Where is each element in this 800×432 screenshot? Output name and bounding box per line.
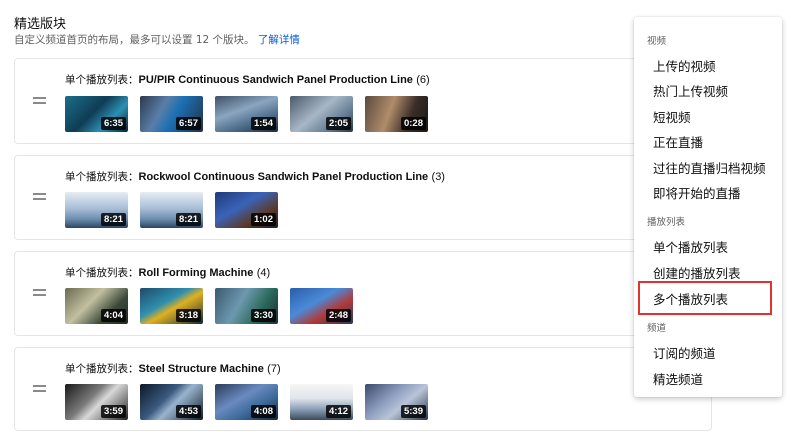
thumbnail-row: 6:35 6:57 1:54 2:05 0:28 [65, 96, 428, 132]
video-thumbnail[interactable]: 1:54 [215, 96, 278, 132]
duration-badge: 8:21 [175, 213, 201, 226]
duration-badge: 4:04 [100, 309, 126, 322]
playlist-name: PU/PIR Continuous Sandwich Panel Product… [138, 74, 413, 86]
featured-section-card[interactable]: 单个播放列表：PU/PIR Continuous Sandwich Panel … [14, 58, 712, 144]
video-thumbnail[interactable]: 4:53 [140, 384, 203, 420]
drag-handle-icon[interactable] [33, 289, 46, 298]
featured-section-card[interactable]: 单个播放列表：Steel Structure Machine (7) 3:59 … [14, 347, 712, 431]
duration-badge: 3:18 [175, 309, 201, 322]
playlist-count: (7) [267, 363, 281, 375]
menu-item-uploads[interactable]: 上传的视频 [653, 56, 716, 75]
video-thumbnail[interactable]: 2:48 [290, 288, 353, 324]
duration-badge: 5:39 [400, 405, 426, 418]
duration-badge: 6:57 [175, 117, 201, 130]
card-title: 单个播放列表：Rockwool Continuous Sandwich Pane… [65, 169, 445, 184]
playlist-count: (4) [256, 267, 271, 279]
section-description-text: 自定义频道首页的布局，最多可以设置 12 个版块。 [14, 34, 255, 46]
menu-item-shorts[interactable]: 短视频 [653, 107, 691, 126]
video-thumbnail[interactable]: 8:21 [140, 192, 203, 228]
thumbnail-row: 3:59 4:53 4:08 4:12 5:39 [65, 384, 428, 420]
playlist-count: (3) [431, 171, 445, 183]
card-title: 单个播放列表：Steel Structure Machine (7) [65, 361, 281, 376]
card-title: 单个播放列表：Roll Forming Machine (4) [65, 265, 270, 280]
menu-group-header-playlists: 播放列表 [647, 217, 686, 228]
playlist-name: Steel Structure Machine [138, 363, 264, 375]
video-thumbnail[interactable]: 5:39 [365, 384, 428, 420]
thumbnail-row: 4:04 3:18 3:30 2:48 [65, 288, 353, 324]
menu-item-past-live[interactable]: 过往的直播归档视频 [653, 158, 766, 177]
video-thumbnail[interactable]: 3:59 [65, 384, 128, 420]
highlight-box [638, 281, 772, 315]
section-description: 自定义频道首页的布局，最多可以设置 12 个版块。 了解详情 [14, 32, 300, 47]
duration-badge: 0:28 [400, 117, 426, 130]
video-thumbnail[interactable]: 2:05 [290, 96, 353, 132]
duration-badge: 4:53 [175, 405, 201, 418]
duration-badge: 6:35 [100, 117, 126, 130]
menu-item-live-now[interactable]: 正在直播 [653, 132, 703, 151]
duration-badge: 2:05 [325, 117, 351, 130]
drag-handle-icon[interactable] [33, 193, 46, 202]
duration-badge: 2:48 [325, 309, 351, 322]
video-thumbnail[interactable]: 3:18 [140, 288, 203, 324]
card-title: 单个播放列表：PU/PIR Continuous Sandwich Panel … [65, 72, 430, 87]
learn-more-link[interactable]: 了解详情 [258, 34, 300, 46]
menu-item-upcoming-live[interactable]: 即将开始的直播 [653, 183, 741, 202]
video-thumbnail[interactable]: 4:08 [215, 384, 278, 420]
card-title-prefix: 单个播放列表： [65, 363, 139, 375]
featured-section-card[interactable]: 单个播放列表：Roll Forming Machine (4) 4:04 3:1… [14, 251, 712, 336]
menu-item-subscriptions[interactable]: 订阅的频道 [653, 343, 716, 362]
video-thumbnail[interactable]: 0:28 [365, 96, 428, 132]
duration-badge: 1:02 [250, 213, 276, 226]
menu-item-featured-channels[interactable]: 精选频道 [653, 369, 703, 388]
card-title-prefix: 单个播放列表： [65, 267, 139, 279]
video-thumbnail[interactable]: 1:02 [215, 192, 278, 228]
video-thumbnail[interactable]: 4:04 [65, 288, 128, 324]
duration-badge: 4:12 [325, 405, 351, 418]
drag-handle-icon[interactable] [33, 97, 46, 106]
video-thumbnail[interactable]: 8:21 [65, 192, 128, 228]
drag-handle-icon[interactable] [33, 385, 46, 394]
featured-section-card[interactable]: 单个播放列表：Rockwool Continuous Sandwich Pane… [14, 155, 712, 240]
video-thumbnail[interactable]: 4:12 [290, 384, 353, 420]
video-thumbnail[interactable]: 6:57 [140, 96, 203, 132]
video-thumbnail[interactable]: 6:35 [65, 96, 128, 132]
section-type-menu: 视频 上传的视频 热门上传视频 短视频 正在直播 过往的直播归档视频 即将开始的… [634, 17, 782, 397]
card-title-prefix: 单个播放列表： [65, 171, 139, 183]
playlist-name: Rockwool Continuous Sandwich Panel Produ… [138, 171, 429, 183]
duration-badge: 3:30 [250, 309, 276, 322]
duration-badge: 1:54 [250, 117, 276, 130]
section-title: 精选版块 [14, 17, 67, 32]
thumbnail-row: 8:21 8:21 1:02 [65, 192, 278, 228]
playlist-name: Roll Forming Machine [138, 267, 254, 279]
menu-group-header-channels: 频道 [647, 323, 667, 334]
duration-badge: 3:59 [100, 405, 126, 418]
menu-item-created-playlists[interactable]: 创建的播放列表 [653, 263, 741, 282]
menu-item-single-playlist[interactable]: 单个播放列表 [653, 237, 728, 256]
menu-item-popular-uploads[interactable]: 热门上传视频 [653, 81, 728, 100]
menu-group-header-videos: 视频 [647, 36, 667, 47]
duration-badge: 4:08 [250, 405, 276, 418]
card-title-prefix: 单个播放列表： [65, 74, 139, 86]
duration-badge: 8:21 [100, 213, 126, 226]
video-thumbnail[interactable]: 3:30 [215, 288, 278, 324]
playlist-count: (6) [416, 74, 430, 86]
